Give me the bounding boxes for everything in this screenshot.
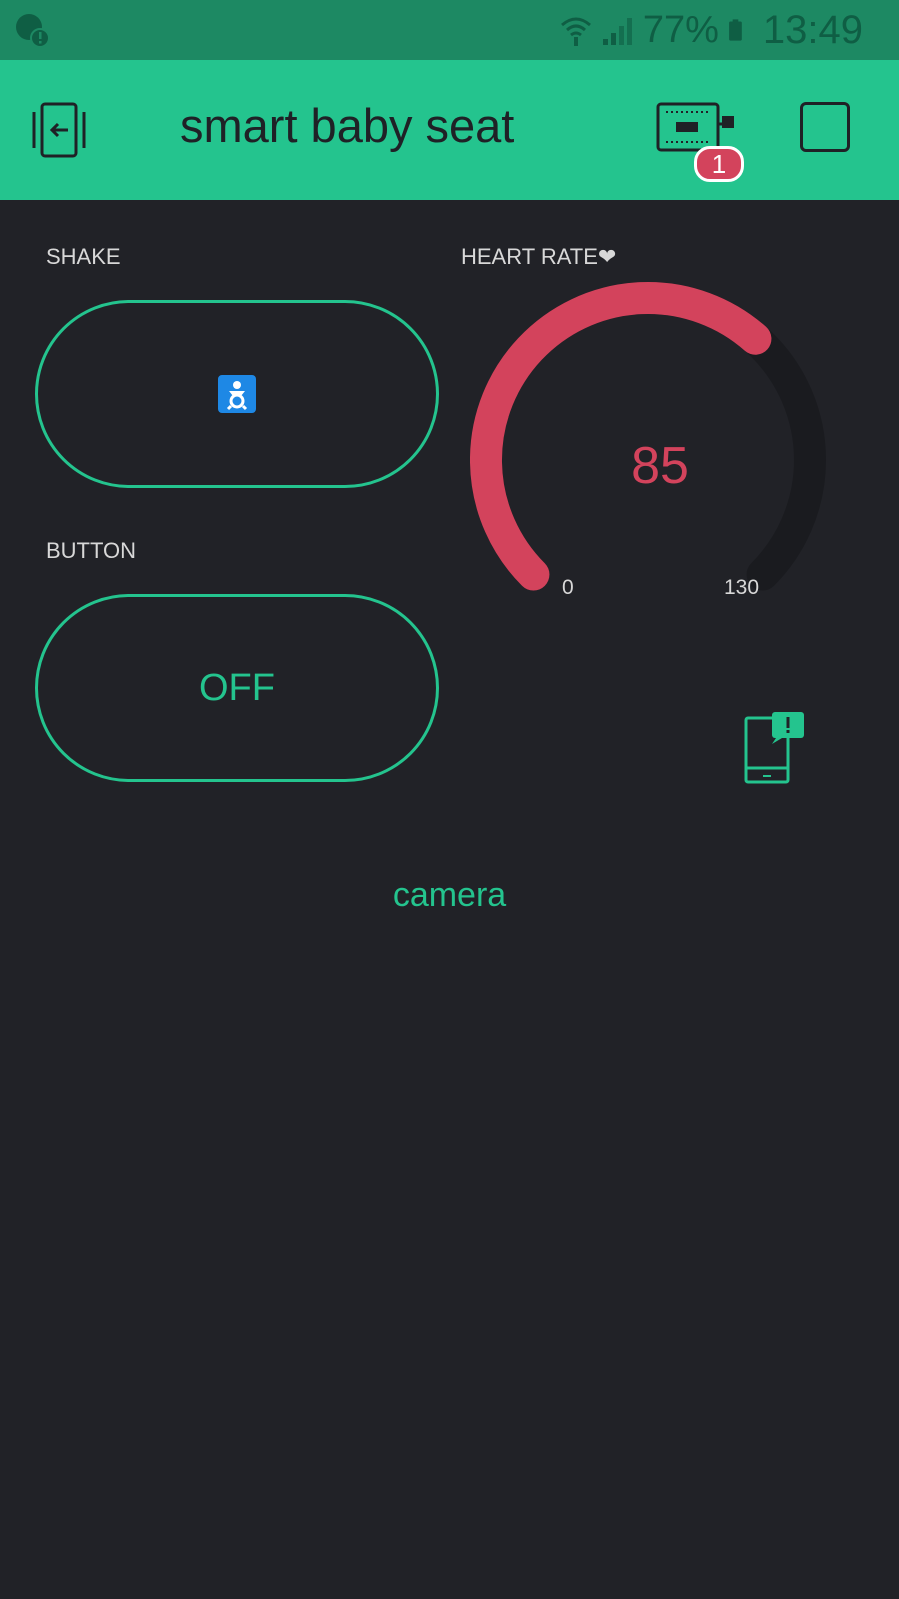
- status-indicators: 77% 13:49: [559, 6, 863, 54]
- wifi-icon: [560, 17, 591, 46]
- signal-icon: [602, 18, 632, 45]
- device-count-badge: 1: [694, 146, 744, 182]
- app-header: smart baby seat 1: [0, 60, 899, 200]
- battery-icon: [729, 19, 742, 41]
- phone-notification-icon[interactable]: [744, 712, 806, 788]
- camera-label: camera: [392, 876, 507, 914]
- heart-rate-label: HEART RATE❤: [461, 244, 617, 269]
- app-screen: 77% 13:49 smart baby seat 1 SHAKE BUTTON…: [0, 0, 899, 1599]
- project-title: smart baby seat: [180, 99, 515, 152]
- sync-alert-icon: [16, 14, 50, 48]
- heart-rate-value: 85: [631, 437, 689, 495]
- stop-button[interactable]: [800, 102, 850, 152]
- toggle-button[interactable]: OFF: [35, 594, 439, 782]
- status-bar: 77% 13:49: [0, 0, 899, 60]
- toggle-button-state: OFF: [199, 666, 275, 709]
- baby-symbol-icon: [218, 375, 256, 413]
- gauge-max-label: 130: [724, 576, 760, 599]
- shake-display: [35, 300, 439, 488]
- button-label: BUTTON: [46, 538, 137, 563]
- gauge-min-label: 0: [562, 576, 574, 599]
- clock: 13:49: [762, 8, 863, 52]
- back-icon[interactable]: [30, 100, 90, 160]
- shake-label: SHAKE: [46, 244, 121, 269]
- battery-percent: 77%: [642, 9, 719, 51]
